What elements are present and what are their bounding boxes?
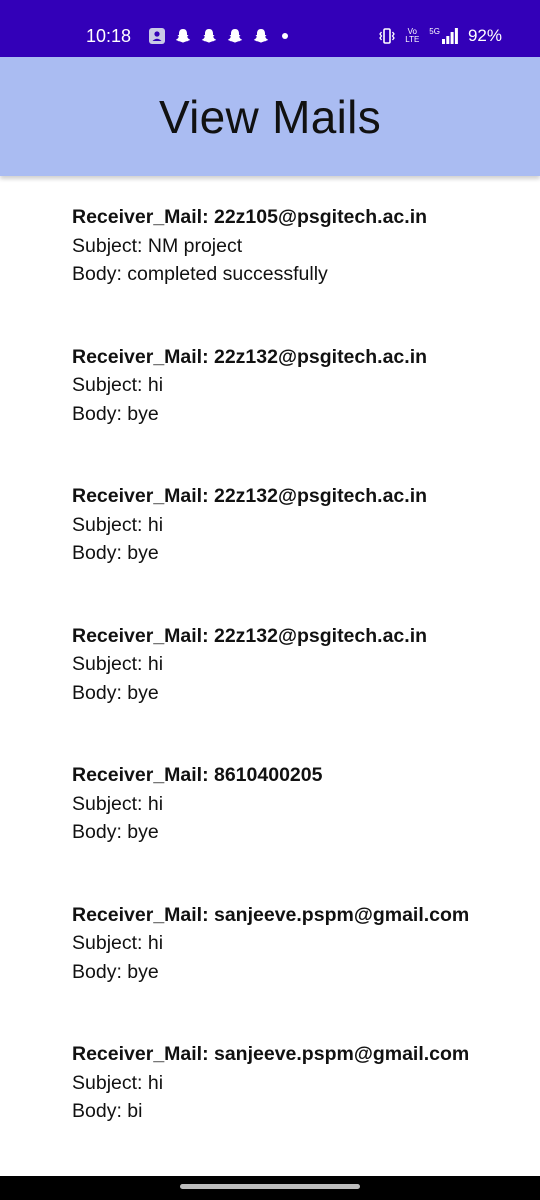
- snapchat-icon: [227, 29, 243, 43]
- snapchat-icon: [175, 29, 191, 43]
- page-title: View Mails: [159, 90, 381, 143]
- mail-item[interactable]: Receiver_Mail: 22z132@psgitech.ac.in Sub…: [72, 622, 522, 762]
- contact-notification-icon: [149, 28, 165, 44]
- status-time: 10:18: [86, 26, 132, 46]
- mail-subject: Subject: hi: [72, 513, 164, 536]
- mail-item[interactable]: Receiver_Mail: sanjeeve.pspm@gmail.com S…: [72, 1040, 522, 1180]
- app-bar: View Mails: [0, 57, 540, 176]
- mail-item[interactable]: Receiver_Mail: sanjeeve.pspm@gmail.com S…: [72, 901, 522, 1041]
- mail-body: Body: bye: [72, 402, 159, 425]
- mail-body: Body: completed successfully: [72, 263, 328, 285]
- mail-subject: Subject: NM project: [72, 234, 243, 257]
- mail-subject: Subject: hi: [72, 792, 164, 815]
- mail-item[interactable]: Receiver_Mail: 22z132@psgitech.ac.in Sub…: [72, 343, 522, 483]
- mail-subject: Subject: hi: [72, 1071, 164, 1094]
- system-icons: Vo LTE 5G 92%: [379, 26, 502, 46]
- mail-item[interactable]: Receiver_Mail: 8610400205 Subject: hi Bo…: [72, 761, 522, 901]
- mail-item[interactable]: Receiver_Mail: 22z132@psgitech.ac.in Sub…: [72, 482, 522, 622]
- mail-receiver: Receiver_Mail: sanjeeve.pspm@gmail.com: [72, 1043, 470, 1065]
- mail-subject: Subject: hi: [72, 932, 164, 954]
- notification-icons: [148, 26, 288, 46]
- snapchat-icon: [253, 29, 269, 43]
- snapchat-icon: [201, 29, 217, 43]
- mail-body: Body: bi: [72, 1100, 143, 1122]
- mail-body: Body: bye: [72, 681, 159, 704]
- status-bar: 10:18 Vo LTE 5G 92%: [0, 0, 540, 57]
- mail-receiver: Receiver_Mail: 22z132@psgitech.ac.in: [72, 485, 428, 507]
- mail-subject: Subject: hi: [72, 653, 164, 675]
- home-gesture-handle[interactable]: [180, 1184, 360, 1189]
- mail-receiver: Receiver_Mail: 22z132@psgitech.ac.in: [72, 624, 428, 647]
- mail-item[interactable]: Receiver_Mail: 22z105@psgitech.ac.in Sub…: [72, 203, 522, 343]
- mail-body: Body: bye: [72, 542, 159, 564]
- volte-indicator: Vo LTE: [405, 27, 420, 44]
- mail-receiver: Receiver_Mail: 8610400205: [72, 764, 323, 786]
- mail-subject: Subject: hi: [72, 374, 164, 396]
- mail-body: Body: bye: [72, 960, 159, 983]
- battery-percentage: 92%: [467, 26, 502, 45]
- more-notifications-dot-icon: [282, 33, 288, 39]
- network-type-label: 5G: [429, 27, 440, 36]
- signal-indicator: 5G: [429, 28, 458, 44]
- signal-strength-icon: [441, 28, 458, 44]
- vibrate-icon: [379, 28, 396, 44]
- mail-receiver: Receiver_Mail: sanjeeve.pspm@gmail.com: [72, 903, 470, 926]
- navigation-bar: [0, 1176, 540, 1200]
- mail-body: Body: bye: [72, 821, 159, 843]
- mail-list: Receiver_Mail: 22z105@psgitech.ac.in Sub…: [72, 203, 522, 1180]
- mail-receiver: Receiver_Mail: 22z132@psgitech.ac.in: [72, 345, 428, 368]
- mail-receiver: Receiver_Mail: 22z105@psgitech.ac.in: [72, 206, 428, 228]
